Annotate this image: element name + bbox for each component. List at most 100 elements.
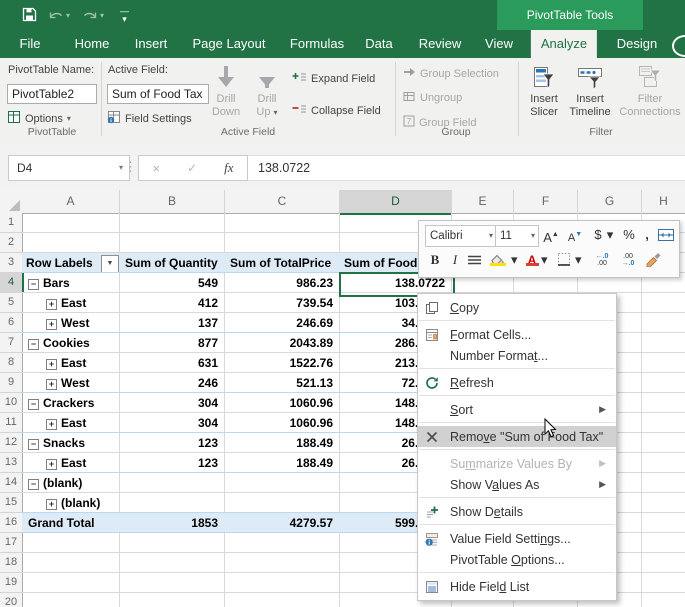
- menu-item-value-field-settings[interactable]: Value Field Settings...: [418, 528, 616, 549]
- row-header-3[interactable]: 3: [0, 253, 23, 273]
- expand-item-icon[interactable]: +: [46, 459, 57, 470]
- comma-style-button[interactable]: ,: [641, 224, 653, 246]
- increase-decimal-button[interactable]: ←.0.00: [591, 249, 613, 267]
- undo-icon[interactable]: [48, 9, 64, 27]
- pivottable-name-input[interactable]: PivotTable2: [7, 84, 97, 104]
- row-header-6[interactable]: 6: [0, 313, 23, 333]
- expand-item-icon[interactable]: +: [46, 419, 57, 430]
- align-center-icon[interactable]: [467, 251, 482, 273]
- insert-timeline-button[interactable]: Insert Timeline: [567, 64, 613, 119]
- formula-input[interactable]: 138.0722: [248, 155, 685, 181]
- group-selection-button[interactable]: Group Selection: [403, 67, 499, 80]
- column-header-d[interactable]: D: [340, 190, 452, 215]
- menu-item-hide-field-list[interactable]: Hide Field List: [418, 576, 616, 597]
- tab-data[interactable]: Data: [355, 30, 402, 58]
- active-field-input[interactable]: Sum of Food Tax: [107, 84, 209, 104]
- accounting-format-button[interactable]: $: [591, 224, 605, 246]
- row-header-15[interactable]: 15: [0, 493, 23, 513]
- accounting-caret-icon[interactable]: ▾: [605, 224, 615, 246]
- format-painter-button[interactable]: [645, 251, 662, 274]
- expand-item-icon[interactable]: +: [46, 499, 57, 510]
- row-header-12[interactable]: 12: [0, 433, 23, 453]
- collapse-item-icon[interactable]: −: [28, 439, 39, 450]
- drill-down-button[interactable]: Drill Down: [207, 64, 245, 119]
- enter-icon[interactable]: ✓: [187, 161, 197, 175]
- merge-cell-button[interactable]: [657, 227, 675, 249]
- row-header-18[interactable]: 18: [0, 553, 23, 573]
- row-header-10[interactable]: 10: [0, 393, 23, 413]
- borders-caret-icon[interactable]: ▾: [575, 249, 582, 271]
- row-header-5[interactable]: 5: [0, 293, 23, 313]
- filter-connections-button[interactable]: Filter Connections: [616, 64, 684, 119]
- font-color-caret-icon[interactable]: ▾: [541, 249, 548, 271]
- menu-item-sort[interactable]: Sort ▶: [418, 399, 616, 420]
- tab-review[interactable]: Review: [409, 30, 472, 58]
- column-header-e[interactable]: E: [452, 190, 514, 214]
- drill-up-button[interactable]: Drill Up ▾: [248, 64, 286, 119]
- expand-item-icon[interactable]: +: [46, 359, 57, 370]
- column-header-c[interactable]: C: [225, 190, 340, 214]
- redo-caret-icon[interactable]: ▾: [100, 11, 104, 20]
- fill-color-button[interactable]: [489, 250, 506, 272]
- row-header-1[interactable]: 1: [0, 213, 23, 233]
- row-header-20[interactable]: 20: [0, 593, 23, 607]
- tab-view[interactable]: View: [475, 30, 523, 58]
- bold-button[interactable]: B: [427, 249, 443, 271]
- borders-button[interactable]: [557, 251, 571, 273]
- undo-caret-icon[interactable]: ▾: [66, 11, 70, 20]
- font-name-combo[interactable]: Calibri ▾: [425, 225, 497, 247]
- select-all-corner[interactable]: [0, 190, 23, 214]
- cancel-icon[interactable]: ×: [152, 161, 160, 176]
- collapse-field-button[interactable]: Collapse Field: [292, 104, 381, 118]
- percent-style-button[interactable]: %: [621, 224, 637, 246]
- tab-page-layout[interactable]: Page Layout: [182, 30, 275, 58]
- column-header-a[interactable]: A: [22, 190, 120, 214]
- name-box-caret-icon[interactable]: ▾: [119, 156, 123, 180]
- collapse-item-icon[interactable]: −: [28, 279, 39, 290]
- font-color-button[interactable]: A: [525, 249, 539, 271]
- menu-item-summarize-values-by[interactable]: Summarize Values By ▶: [418, 453, 616, 474]
- expand-item-icon[interactable]: +: [46, 299, 57, 310]
- column-header-h[interactable]: H: [642, 190, 685, 214]
- font-size-combo[interactable]: 11 ▾: [495, 225, 539, 247]
- column-header-f[interactable]: F: [514, 190, 578, 214]
- row-header-4[interactable]: 4: [0, 273, 24, 293]
- tab-design[interactable]: Design: [607, 30, 667, 58]
- collapse-item-icon[interactable]: −: [28, 479, 39, 490]
- italic-button[interactable]: I: [449, 249, 461, 271]
- menu-item-number-format[interactable]: Number Format...: [418, 345, 616, 366]
- row-header-9[interactable]: 9: [0, 373, 23, 393]
- redo-icon[interactable]: [82, 9, 98, 27]
- font-name-caret-icon[interactable]: ▾: [489, 226, 493, 246]
- ungroup-button[interactable]: Ungroup: [403, 91, 462, 105]
- menu-item-show-details[interactable]: Show Details: [418, 501, 616, 522]
- row-header-16[interactable]: 16: [0, 513, 23, 533]
- row-header-7[interactable]: 7: [0, 333, 23, 353]
- menu-item-remove-sum-of-food-tax[interactable]: Remove "Sum of Food Tax": [418, 426, 616, 447]
- tab-home[interactable]: Home: [65, 30, 120, 58]
- menu-item-refresh[interactable]: Refresh: [418, 372, 616, 393]
- menu-item-copy[interactable]: Copy: [418, 297, 616, 318]
- row-labels-filter-button[interactable]: ▼: [101, 255, 119, 273]
- row-header-13[interactable]: 13: [0, 453, 23, 473]
- insert-slicer-button[interactable]: Insert Slicer: [524, 64, 564, 119]
- tab-file[interactable]: File: [10, 30, 51, 58]
- column-header-b[interactable]: B: [120, 190, 225, 214]
- menu-item-show-values-as[interactable]: Show Values As ▶: [418, 474, 616, 495]
- fill-color-caret-icon[interactable]: ▾: [511, 249, 518, 271]
- collapse-item-icon[interactable]: −: [28, 399, 39, 410]
- pivottable-options-button[interactable]: Options ▾: [7, 110, 71, 127]
- menu-item-pivottable-options[interactable]: PivotTable Options...: [418, 549, 616, 570]
- row-header-8[interactable]: 8: [0, 353, 23, 373]
- shrink-font-button[interactable]: A▼: [565, 224, 585, 249]
- save-icon[interactable]: [22, 7, 37, 27]
- insert-function-icon[interactable]: fx: [224, 160, 233, 176]
- row-header-2[interactable]: 2: [0, 233, 23, 253]
- column-header-g[interactable]: G: [578, 190, 642, 214]
- menu-item-format-cells[interactable]: Format Cells...: [418, 324, 616, 345]
- decrease-decimal-button[interactable]: .00 →.0: [617, 249, 639, 267]
- customize-qat-icon[interactable]: — ▾: [120, 7, 129, 24]
- expand-item-icon[interactable]: +: [46, 379, 57, 390]
- tab-formulas[interactable]: Formulas: [280, 30, 354, 58]
- grow-font-button[interactable]: A▲: [541, 224, 561, 249]
